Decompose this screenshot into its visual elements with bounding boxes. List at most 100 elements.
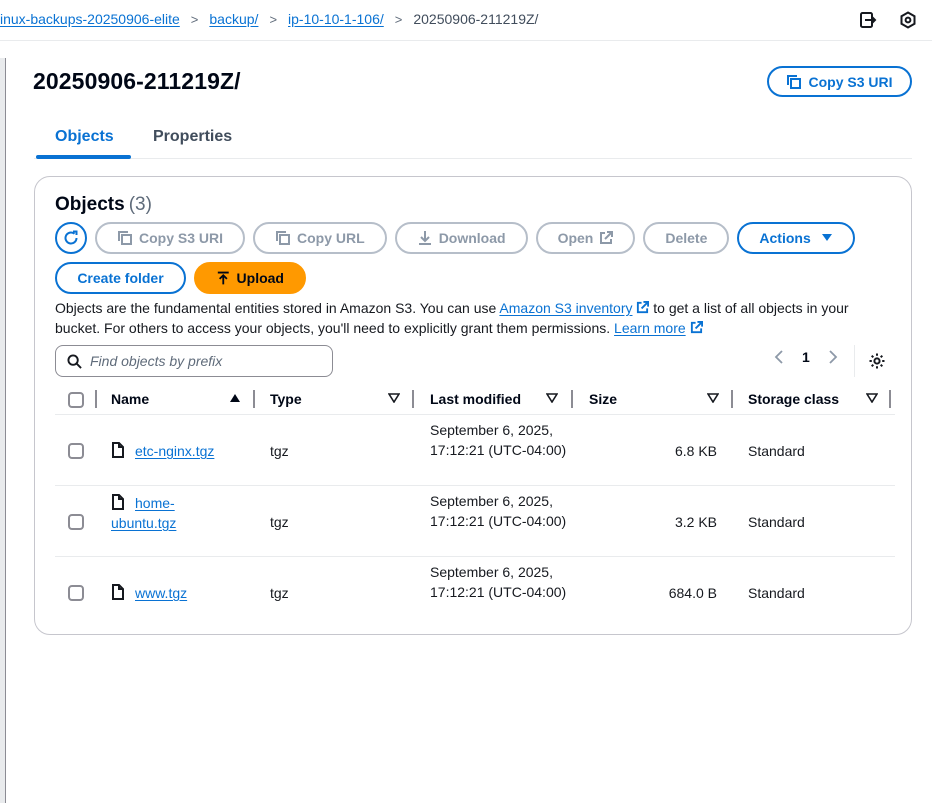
row-checkbox[interactable] xyxy=(68,585,84,601)
sort-ascending-icon[interactable] xyxy=(229,393,241,403)
breadcrumb-ip-folder[interactable]: ip-10-10-1-106/ xyxy=(288,11,384,27)
actions-dropdown-button[interactable]: Actions xyxy=(737,222,855,254)
tab-objects[interactable]: Objects xyxy=(55,128,114,146)
object-storage-class: Standard xyxy=(748,514,805,530)
create-folder-button[interactable]: Create folder xyxy=(55,262,186,294)
row-checkbox[interactable] xyxy=(68,443,84,459)
column-separator xyxy=(889,390,891,408)
object-type: tgz xyxy=(270,514,289,530)
column-header-storage-class[interactable]: Storage class xyxy=(748,391,839,407)
column-separator xyxy=(731,390,733,408)
table-row[interactable]: etc-nginx.tgz tgz September 6, 2025, 17:… xyxy=(55,415,895,486)
column-separator xyxy=(571,390,573,408)
copy-s3-uri-button[interactable]: Copy S3 URI xyxy=(767,66,912,97)
row-checkbox[interactable] xyxy=(68,514,84,530)
chevron-right-icon[interactable] xyxy=(828,350,838,364)
external-link-icon[interactable] xyxy=(690,320,703,334)
external-link-icon xyxy=(600,231,614,244)
column-separator xyxy=(412,390,414,408)
pagination: 1 xyxy=(774,349,838,365)
breadcrumb-separator: > xyxy=(394,11,403,27)
object-name-link[interactable]: www.tgz xyxy=(135,583,187,603)
search-box xyxy=(55,345,333,377)
column-header-type[interactable]: Type xyxy=(270,391,302,407)
breadcrumb-bucket[interactable]: inux-backups-20250906-elite xyxy=(0,11,180,27)
hexagon-settings-icon[interactable] xyxy=(898,10,918,30)
objects-heading: Objects (3) xyxy=(55,194,152,216)
objects-toolbar: Copy S3 URI Copy URL Download Open Delet… xyxy=(55,222,855,254)
breadcrumb-bar: inux-backups-20250906-elite > backup/ > … xyxy=(0,0,932,41)
download-icon xyxy=(418,231,431,245)
page-number[interactable]: 1 xyxy=(802,349,810,365)
export-icon[interactable] xyxy=(858,10,878,30)
table-row[interactable]: www.tgz tgz September 6, 2025, 17:12:21 … xyxy=(55,557,895,628)
s3-inventory-link[interactable]: Amazon S3 inventory xyxy=(499,300,632,316)
object-last-modified: September 6, 2025, 17:12:21 (UTC-04:00) xyxy=(430,493,567,529)
column-header-size[interactable]: Size xyxy=(589,391,617,407)
chevron-left-icon[interactable] xyxy=(774,350,784,364)
column-separator xyxy=(253,390,255,408)
table-row[interactable]: home-ubuntu.tgz tgz September 6, 2025, 1… xyxy=(55,486,895,557)
external-link-icon[interactable] xyxy=(636,301,650,314)
download-label: Download xyxy=(438,230,506,246)
delete-label: Delete xyxy=(665,230,708,246)
refresh-button[interactable] xyxy=(55,222,87,254)
objects-toolbar-second-row: Create folder Upload xyxy=(55,262,306,294)
object-last-modified: September 6, 2025, 17:12:21 (UTC-04:00) xyxy=(430,564,567,600)
open-label: Open xyxy=(557,230,594,246)
breadcrumb-backup[interactable]: backup/ xyxy=(209,11,258,27)
copy-url-label: Copy URL xyxy=(297,230,365,246)
column-header-name[interactable]: Name xyxy=(111,391,149,407)
object-storage-class: Standard xyxy=(748,443,805,459)
copy-icon xyxy=(118,231,132,245)
upload-button[interactable]: Upload xyxy=(194,262,306,294)
object-size: 6.8 KB xyxy=(674,443,717,459)
copy-s3-uri-label: Copy S3 URI xyxy=(808,73,893,90)
copy-s3-uri-toolbar-label: Copy S3 URI xyxy=(139,230,224,246)
object-type: tgz xyxy=(270,585,289,601)
tab-properties[interactable]: Properties xyxy=(153,128,232,146)
object-name-link[interactable]: etc-nginx.tgz xyxy=(135,441,214,461)
learn-more-link[interactable]: Learn more xyxy=(614,320,686,336)
download-button[interactable]: Download xyxy=(394,222,528,254)
file-icon xyxy=(112,442,124,458)
copy-s3-uri-disabled-button[interactable]: Copy S3 URI xyxy=(95,222,246,254)
breadcrumb-separator: > xyxy=(269,11,278,27)
sort-icon[interactable] xyxy=(866,393,878,403)
copy-icon xyxy=(276,231,291,245)
copy-url-button[interactable]: Copy URL xyxy=(253,222,387,254)
upload-label: Upload xyxy=(236,270,284,286)
object-size: 3.2 KB xyxy=(674,514,717,530)
object-size: 684.0 B xyxy=(668,585,717,601)
search-input[interactable] xyxy=(90,353,310,369)
main-content: 20250906-211219Z/ Copy S3 URI Objects Pr… xyxy=(6,41,932,803)
breadcrumb-current: 20250906-211219Z/ xyxy=(413,11,539,27)
object-name-link[interactable]: home-ubuntu.tgz xyxy=(111,493,191,533)
gear-icon[interactable] xyxy=(868,352,886,373)
active-tab-indicator xyxy=(36,155,131,159)
sort-icon[interactable] xyxy=(388,393,400,403)
search-icon xyxy=(67,353,82,369)
column-header-last-modified[interactable]: Last modified xyxy=(430,391,521,407)
create-folder-label: Create folder xyxy=(77,270,164,286)
breadcrumb-separator: > xyxy=(190,11,199,27)
page-title: 20250906-211219Z/ xyxy=(33,68,241,94)
copy-icon xyxy=(787,74,802,89)
select-all-checkbox[interactable] xyxy=(68,392,84,408)
objects-description: Objects are the fundamental entities sto… xyxy=(55,299,895,338)
sort-icon[interactable] xyxy=(546,393,558,403)
breadcrumb: inux-backups-20250906-elite > backup/ > … xyxy=(0,11,538,27)
object-type: tgz xyxy=(270,443,289,459)
open-button[interactable]: Open xyxy=(535,222,636,254)
tab-list: Objects Properties xyxy=(34,119,912,159)
objects-heading-label: Objects xyxy=(55,194,125,215)
description-text-1: Objects are the fundamental entities sto… xyxy=(55,300,500,316)
delete-button[interactable]: Delete xyxy=(643,222,730,254)
upload-icon xyxy=(217,271,229,285)
objects-container: Objects (3) Copy S3 URI Copy URL Download… xyxy=(34,176,912,635)
objects-count: (3) xyxy=(128,194,152,215)
pager-divider xyxy=(854,345,855,377)
object-last-modified: September 6, 2025, 17:12:21 (UTC-04:00) xyxy=(430,422,567,458)
sort-icon[interactable] xyxy=(707,393,719,403)
file-icon xyxy=(112,584,124,600)
